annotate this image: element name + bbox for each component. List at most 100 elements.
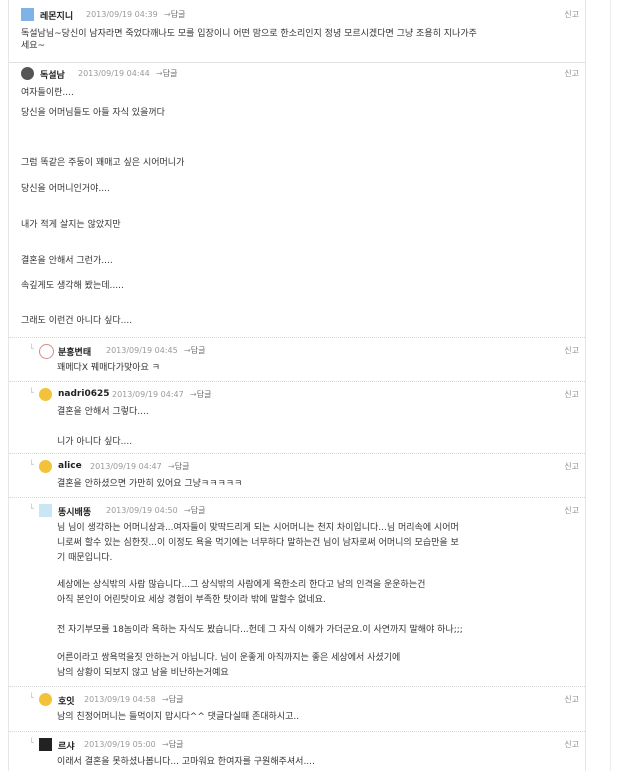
butterfly-avatar-icon [39,738,52,751]
comment-date: 2013/09/19 04:39 [86,10,158,19]
comment-text-line: 이래서 결혼을 못하셨나봅니다... 고마워요 한여자를 구원해주셔서.... [57,757,315,767]
reply-arrow-icon: └ [29,738,34,747]
reply-arrow-icon: └ [29,460,34,469]
comment-date: 2013/09/19 04:45 [106,346,178,355]
reply-comment: └ 르샤 2013/09/19 05:00 →답글 신고이래서 결혼을 못하셨나봅니다.… [9,731,585,770]
comment-header: └ 호잇 2013/09/19 04:58 →답글 신고 [9,693,585,707]
comment-text-line: 기 때문입니다. [57,553,113,563]
comment-text-line: 속깊게도 생각해 봤는데..... [21,281,124,291]
comment: 레몬지니 2013/09/19 04:39 →답글 신고독설남님~당신이 남자라면 죽… [9,4,585,60]
reply-arrow-icon: └ [29,388,34,397]
comment-header: └ 똥시배똥 2013/09/19 04:50 →답글 신고 [9,504,585,518]
comment-header: 레몬지니 2013/09/19 04:39 →답글 신고 [9,8,585,22]
reply-button[interactable]: →답글 [190,389,211,400]
reply-comment: └ alice 2013/09/19 04:47 →답글 신고결혼을 안하셨으면 가만히… [9,453,585,492]
comment-text-line: 전 자기부모를 18놈이라 욕하는 자식도 봤습니다...헌데 그 자식 이해가… [57,625,463,635]
reply-arrow-small-icon: → [190,390,197,399]
reply-arrow-icon: └ [29,504,34,513]
comment-text-line: 니가 아니다 싶다.... [57,437,133,447]
reply-arrow-small-icon: → [184,346,191,355]
comment-text-line: 남의 상황이 되보지 않고 남을 비난하는거예요 [57,668,229,678]
comment-text-line: 세상에는 상식밖의 사람 많습니다...그 상식밖의 사람에게 욕한소리 한다고… [57,580,426,590]
comment-date: 2013/09/19 04:58 [84,695,156,704]
comment-list: 레몬지니 2013/09/19 04:39 →답글 신고 독설남님~당신이 남자라면 죽… [8,0,586,771]
report-button[interactable]: 신고 [564,68,579,79]
comment-text-line: 여자들이란.... [21,88,74,98]
smiley-avatar-icon [39,460,52,473]
skull-avatar-icon [21,67,34,80]
right-divider [610,0,611,771]
reply-arrow-small-icon: → [162,740,169,749]
report-button[interactable]: 신고 [564,389,579,400]
smiley-avatar-icon [39,693,52,706]
comment-text-line: 님 님이 생각하는 어머니상과...여자들이 맞딱드리게 되는 시어머니는 천지… [57,523,459,533]
nickname[interactable]: 호잇 [58,694,75,707]
comment-header: └ nadri0625 2013/09/19 04:47 →답글 신고 [9,388,585,402]
comment-text-line: 어른이라고 쌍욕먹을짓 안하는거 아닙니다. 님이 운좋게 아직까지는 좋은 세… [57,653,401,663]
comment-header: └ 르샤 2013/09/19 05:00 →답글 신고 [9,738,585,752]
reply-button[interactable]: →답글 [168,461,189,472]
reply-label: 답글 [168,740,184,749]
nickname[interactable]: alice [58,461,82,471]
reply-comment: └ 분홍변태 2013/09/19 04:45 →답글 신고 꽤메다X 꿰매다가맞아요 ㅋ [9,337,585,376]
flower-avatar-icon [39,504,52,517]
reply-arrow-small-icon: → [168,462,175,471]
report-button[interactable]: 신고 [564,345,579,356]
nickname[interactable]: 똥시배똥 [58,505,91,518]
reply-button[interactable]: →답글 [162,739,183,750]
reply-arrow-small-icon: → [164,10,171,19]
reply-label: 답글 [190,506,206,515]
report-button[interactable]: 신고 [564,505,579,516]
comment-text-line: 결혼을 안하셨으면 가만히 있어요 그냥ㅋㅋㅋㅋㅋ [57,479,243,489]
comment-date: 2013/09/19 05:00 [84,740,156,749]
report-button[interactable]: 신고 [564,9,579,20]
reply-button[interactable]: →답글 [162,694,183,705]
comment-text-line: 그럼 똑같은 주둥이 꽤매고 싶은 시어머니가 [21,158,185,168]
comment-header: 독설남 2013/09/19 04:44 →답글 신고 [9,67,585,81]
report-button[interactable]: 신고 [564,739,579,750]
report-button[interactable]: 신고 [564,694,579,705]
reply-comment: └ nadri0625 2013/09/19 04:47 →답글 신고 결혼을 안해서 그… [9,381,585,450]
comment-header: └ alice 2013/09/19 04:47 →답글 신고 [9,460,585,474]
comment-text-line: 니로써 할수 있는 심한짓...이 이정도 욕을 먹기에는 너무하다 말하는건 … [57,538,459,548]
nickname[interactable]: 르샤 [58,739,75,752]
comment-text-line: 아직 본인이 어린탓이요 세상 경험이 부족한 탓이라 밖에 말할수 없네요. [57,595,326,605]
comment-text-line: 세요~ [21,41,46,51]
reply-button[interactable]: →답글 [184,505,205,516]
nickname[interactable]: 레몬지니 [40,9,73,22]
reply-label: 답글 [168,695,184,704]
reply-arrow-small-icon: → [162,695,169,704]
report-button[interactable]: 신고 [564,461,579,472]
reply-comment: └ 똥시배똥 2013/09/19 04:50 →답글 신고님 님이 생각하는 어머니상… [9,497,585,682]
reply-button[interactable]: →답글 [184,345,205,356]
reply-label: 답글 [170,10,186,19]
reply-button[interactable]: →답글 [164,9,185,20]
comment-text-line: 남의 친정어머니는 들먹이지 맙시다^^ 댓글다실때 존대하시고.. [57,712,300,722]
lemon-avatar-icon [21,8,34,21]
reply-label: 답글 [196,390,212,399]
reply-button[interactable]: →답글 [156,68,177,79]
nickname[interactable]: nadri0625 [58,389,110,399]
nickname[interactable]: 분홍변태 [58,345,91,358]
comment-text-line: 그래도 이런건 아니다 싶다.... [21,316,133,326]
nickname[interactable]: 독설남 [40,68,65,81]
reply-label: 답글 [174,462,190,471]
smiley-avatar-icon [39,388,52,401]
reply-arrow-small-icon: → [156,69,163,78]
reply-comment: └ 호잇 2013/09/19 04:58 →답글 신고남의 친정어머니는 들먹이지 맙… [9,686,585,725]
comment-text-line: 내가 적게 살지는 않았지만 [21,220,121,230]
comment-date: 2013/09/19 04:44 [78,69,150,78]
reply-arrow-icon: └ [29,693,34,702]
comment-text-line: 당신을 어머님들도 아들 자식 있을꺼다 [21,108,165,118]
reply-arrow-small-icon: → [184,506,191,515]
comment-date: 2013/09/19 04:50 [106,506,178,515]
comment-text-line: 결혼을 안해서 그런가.... [21,256,113,266]
comment-date: 2013/09/19 04:47 [90,462,162,471]
comment-header: └ 분홍변태 2013/09/19 04:45 →답글 신고 [9,344,585,359]
comment-text-line: 결혼을 안해서 그렇다.... [57,407,149,417]
comment: 독설남 2013/09/19 04:44 →답글 신고여자들이란.... 당신을 어머님… [9,62,585,333]
comment-text-line: 당신을 어머니인거야.... [21,184,110,194]
comment-text-line: 독설남님~당신이 남자라면 죽었다깨나도 모를 입장이니 어떤 맘으로 한소리인… [21,29,477,39]
comment-text-line: 꽤메다X 꿰매다가맞아요 ㅋ [57,363,160,373]
swirl-avatar-icon [39,344,54,359]
